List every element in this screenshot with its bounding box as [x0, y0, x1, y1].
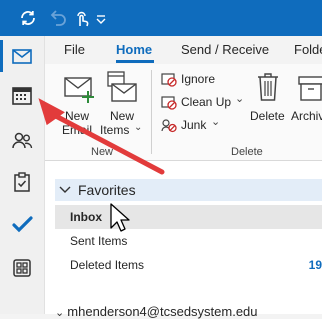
title-bar	[0, 0, 322, 36]
navigation-rail	[0, 36, 45, 314]
trash-icon	[258, 73, 278, 101]
folder-label: Sent Items	[70, 234, 128, 248]
todo-icon	[12, 216, 33, 233]
archive-label: Archiv	[291, 109, 322, 123]
new-items-label-2: Items	[100, 123, 130, 137]
archive-icon	[298, 76, 322, 101]
junk-icon	[161, 119, 177, 133]
ignore-button[interactable]: Ignore	[161, 70, 221, 88]
chevron-down-icon[interactable]	[94, 6, 108, 30]
new-email-button[interactable]: New Email	[59, 70, 99, 140]
folder-label: Inbox	[70, 210, 102, 224]
tasks-icon	[14, 172, 30, 192]
nav-calendar[interactable]	[0, 76, 44, 116]
group-label-delete: Delete	[231, 146, 263, 158]
touch-mode-icon[interactable]	[70, 6, 94, 30]
nav-todo[interactable]	[0, 204, 44, 244]
folder-pane: Favorites Inbox Sent Items Deleted Items…	[45, 161, 322, 319]
clean-up-icon	[161, 96, 177, 110]
unread-count: 19	[308, 258, 322, 272]
nav-tasks[interactable]	[0, 162, 44, 202]
clean-up-label: Clean Up	[181, 95, 232, 109]
apps-icon	[13, 259, 31, 277]
people-icon	[12, 132, 33, 149]
active-indicator	[0, 40, 3, 72]
new-email-label-2: Email	[62, 123, 93, 137]
clean-up-button[interactable]: Clean Up ⌄	[161, 93, 245, 111]
nav-mail[interactable]	[0, 36, 44, 76]
chevron-down-icon: ⌄	[211, 116, 221, 128]
tab-file[interactable]: File	[64, 42, 85, 57]
group-divider	[151, 70, 152, 154]
folder-inbox[interactable]: Inbox	[55, 205, 322, 229]
group-label-new: New	[91, 146, 114, 158]
tab-home[interactable]: Home	[116, 42, 152, 57]
new-email-icon	[64, 77, 94, 103]
new-email-label-1: New	[65, 109, 90, 123]
nav-people[interactable]	[0, 120, 44, 160]
delete-label: Delete	[250, 109, 285, 123]
ribbon-home: New Email New Items ⌄ New Ignore Clean U…	[45, 64, 322, 161]
tab-send-receive[interactable]: Send / Receive	[181, 42, 269, 57]
folder-deleted-items[interactable]: Deleted Items 19	[55, 253, 322, 277]
chevron-down-icon: ⌄	[134, 122, 143, 133]
calendar-icon	[12, 87, 32, 105]
chevron-down-icon: ⌄	[55, 307, 68, 319]
mail-icon	[12, 49, 32, 64]
undo-icon[interactable]	[46, 6, 70, 30]
active-tab-underline	[116, 60, 154, 63]
folder-label: Deleted Items	[70, 258, 145, 272]
ignore-label: Ignore	[181, 72, 216, 86]
folder-sent-items[interactable]: Sent Items	[55, 229, 322, 253]
new-items-icon	[107, 71, 137, 102]
sync-icon[interactable]	[16, 6, 40, 30]
delete-button[interactable]: Delete	[248, 70, 286, 140]
mouse-cursor-icon	[110, 203, 130, 232]
favorites-header[interactable]: Favorites	[55, 179, 322, 201]
account-header[interactable]: ⌄ mhenderson4@tcsedsystem.edu	[55, 304, 258, 319]
chevron-down-icon	[59, 186, 71, 193]
junk-label: Junk	[181, 118, 207, 132]
ribbon-tabs: File Home Send / Receive Folde	[45, 36, 322, 64]
junk-button[interactable]: Junk ⌄	[161, 116, 231, 134]
chevron-down-icon: ⌄	[235, 93, 245, 105]
tab-folder[interactable]: Folde	[294, 42, 322, 57]
ignore-icon	[161, 73, 177, 87]
new-items-label-1: New	[110, 109, 135, 123]
new-items-button[interactable]: New Items ⌄	[100, 70, 144, 140]
account-label: mhenderson4@tcsedsystem.edu	[67, 304, 258, 319]
nav-apps[interactable]	[0, 248, 44, 288]
favorites-label: Favorites	[78, 182, 136, 198]
archive-button[interactable]: Archiv	[288, 70, 322, 140]
